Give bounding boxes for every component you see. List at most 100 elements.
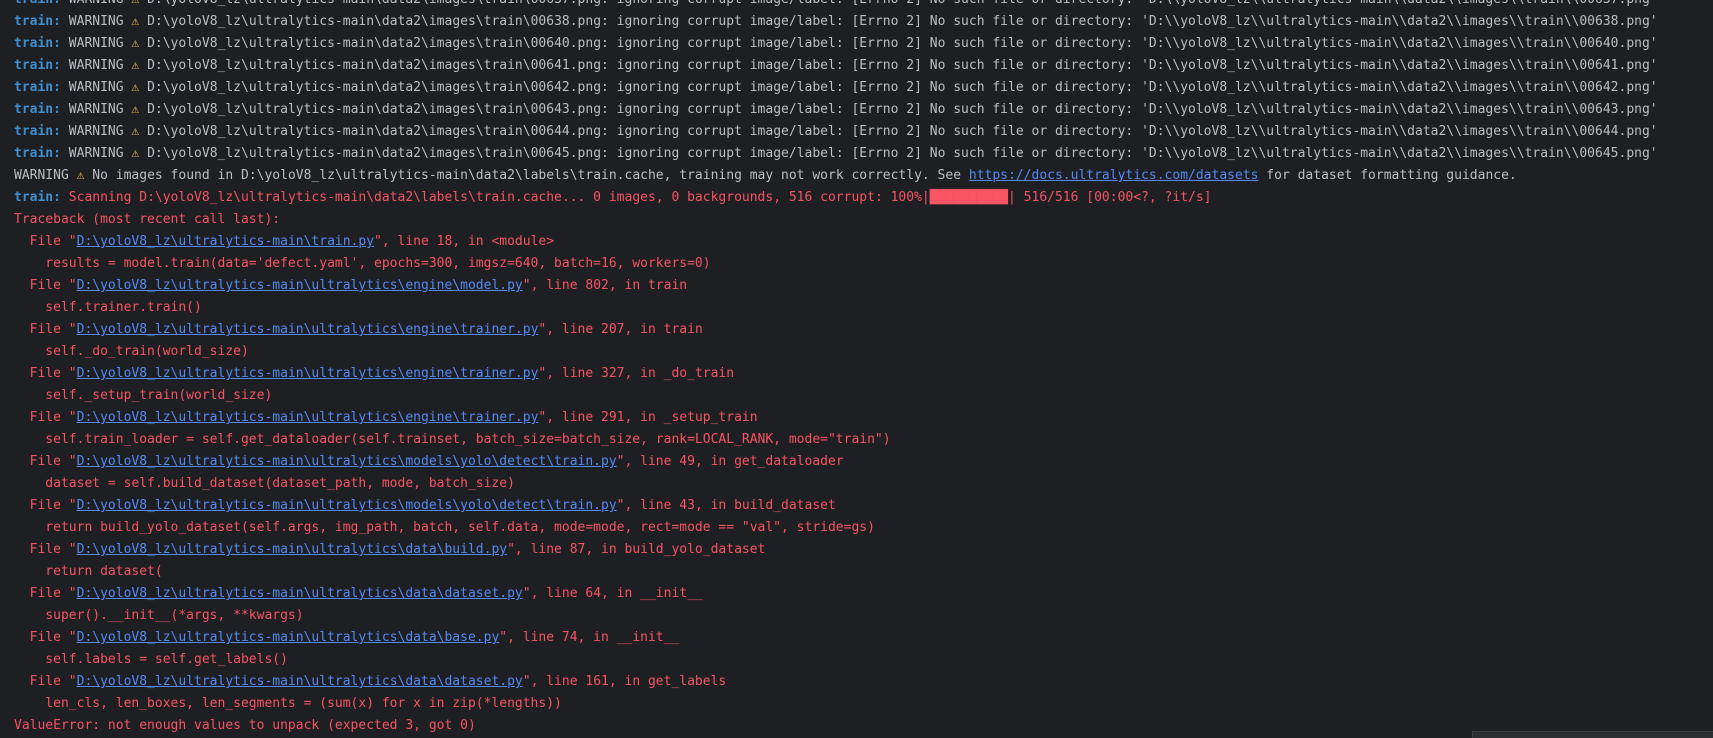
frame-code: dataset = self.build_dataset(dataset_pat… bbox=[14, 476, 515, 491]
warning-line: train: WARNING ⚠ D:\yoloV8_lz\ultralytic… bbox=[14, 55, 1713, 77]
frame-code: len_cls, len_boxes, len_segments = (sum(… bbox=[14, 696, 562, 711]
traceback-frame: File "D:\yoloV8_lz\ultralytics-main\ultr… bbox=[14, 495, 1713, 517]
frame-code: self.labels = self.get_labels() bbox=[14, 652, 288, 667]
traceback-frame: File "D:\yoloV8_lz\ultralytics-main\trai… bbox=[14, 231, 1713, 253]
frame-code: results = model.train(data='defect.yaml'… bbox=[14, 256, 711, 271]
progress-bar: ██████████ bbox=[929, 190, 1009, 205]
warning-label: WARNING bbox=[68, 58, 124, 73]
frame-code: self.train_loader = self.get_dataloader(… bbox=[14, 432, 891, 447]
train-prefix: train: bbox=[14, 58, 61, 73]
warning-message: D:\yoloV8_lz\ultralytics-main\data2\imag… bbox=[147, 146, 1658, 161]
docs-datasets-link[interactable]: https://docs.ultralytics.com/datasets bbox=[969, 168, 1259, 183]
frame-location: ", line 291, in _setup_train bbox=[538, 410, 758, 425]
frame-location: ", line 43, in build_dataset bbox=[616, 498, 836, 513]
status-popup-edge bbox=[1472, 731, 1713, 738]
frame-code: super().__init__(*args, **kwargs) bbox=[14, 608, 304, 623]
warning-label: WARNING bbox=[68, 124, 124, 139]
frame-location: ", line 161, in get_labels bbox=[522, 674, 727, 689]
run-console: train: WARNING ⚠ D:\yoloV8_lz\ultralytic… bbox=[0, 0, 1713, 738]
warning-line: train: WARNING ⚠ D:\yoloV8_lz\ultralytic… bbox=[14, 33, 1713, 55]
warning-label: WARNING bbox=[68, 80, 124, 95]
frame-location: ", line 74, in __init__ bbox=[499, 630, 680, 645]
frame-prefix: File " bbox=[14, 630, 77, 645]
console-output: train: WARNING ⚠ D:\yoloV8_lz\ultralytic… bbox=[14, 0, 1713, 737]
traceback-frame: File "D:\yoloV8_lz\ultralytics-main\ultr… bbox=[14, 627, 1713, 649]
frame-code: return dataset( bbox=[14, 564, 163, 579]
frame-code: return build_yolo_dataset(self.args, img… bbox=[14, 520, 875, 535]
warning-icon: ⚠ bbox=[131, 58, 140, 73]
no-images-warning-line: WARNING ⚠ No images found in D:\yoloV8_l… bbox=[14, 165, 1713, 187]
warning-message: D:\yoloV8_lz\ultralytics-main\data2\imag… bbox=[147, 58, 1658, 73]
frame-file-link[interactable]: D:\yoloV8_lz\ultralytics-main\ultralytic… bbox=[77, 322, 539, 337]
warning-message: D:\yoloV8_lz\ultralytics-main\data2\imag… bbox=[147, 0, 1658, 7]
warning-line: train: WARNING ⚠ D:\yoloV8_lz\ultralytic… bbox=[14, 77, 1713, 99]
frame-prefix: File " bbox=[14, 366, 77, 381]
frame-file-link[interactable]: D:\yoloV8_lz\ultralytics-main\ultralytic… bbox=[77, 542, 507, 557]
warning-label: WARNING bbox=[69, 0, 124, 7]
train-prefix: train: bbox=[14, 190, 61, 205]
frame-prefix: File " bbox=[14, 674, 77, 689]
frame-code: self.trainer.train() bbox=[14, 300, 202, 315]
traceback-code: dataset = self.build_dataset(dataset_pat… bbox=[14, 473, 1713, 495]
frame-file-link[interactable]: D:\yoloV8_lz\ultralytics-main\ultralytic… bbox=[77, 366, 539, 381]
warning-line: train: WARNING ⚠ D:\yoloV8_lz\ultralytic… bbox=[14, 99, 1713, 121]
frame-location: ", line 327, in _do_train bbox=[538, 366, 735, 381]
warning-icon: ⚠ bbox=[131, 124, 140, 139]
scan-progress-line: train: Scanning D:\yoloV8_lz\ultralytics… bbox=[14, 187, 1713, 209]
frame-file-link[interactable]: D:\yoloV8_lz\ultralytics-main\ultralytic… bbox=[77, 674, 523, 689]
frame-location: ", line 49, in get_dataloader bbox=[616, 454, 844, 469]
warning-line: train: WARNING ⚠ D:\yoloV8_lz\ultralytic… bbox=[14, 143, 1713, 165]
traceback-code: self.train_loader = self.get_dataloader(… bbox=[14, 429, 1713, 451]
frame-file-link[interactable]: D:\yoloV8_lz\ultralytics-main\ultralytic… bbox=[77, 586, 523, 601]
frame-file-link[interactable]: D:\yoloV8_lz\ultralytics-main\train.py bbox=[77, 234, 374, 249]
traceback-code: self._do_train(world_size) bbox=[14, 341, 1713, 363]
error-line: ValueError: not enough values to unpack … bbox=[14, 715, 1713, 737]
warning-line: train: WARNING ⚠ D:\yoloV8_lz\ultralytic… bbox=[14, 11, 1713, 33]
train-prefix: train: bbox=[14, 0, 61, 7]
traceback-code: super().__init__(*args, **kwargs) bbox=[14, 605, 1713, 627]
traceback-code: return build_yolo_dataset(self.args, img… bbox=[14, 517, 1713, 539]
train-prefix: train: bbox=[14, 14, 61, 29]
warning-message: D:\yoloV8_lz\ultralytics-main\data2\imag… bbox=[147, 80, 1658, 95]
traceback-code: self.labels = self.get_labels() bbox=[14, 649, 1713, 671]
traceback-frame: File "D:\yoloV8_lz\ultralytics-main\ultr… bbox=[14, 319, 1713, 341]
frame-location: ", line 87, in build_yolo_dataset bbox=[507, 542, 766, 557]
frame-prefix: File " bbox=[14, 498, 77, 513]
frame-location: ", line 18, in <module> bbox=[374, 234, 555, 249]
warning-icon: ⚠ bbox=[131, 0, 139, 7]
train-prefix: train: bbox=[14, 124, 61, 139]
frame-prefix: File " bbox=[14, 586, 77, 601]
warning-message: D:\yoloV8_lz\ultralytics-main\data2\imag… bbox=[147, 14, 1658, 29]
frame-prefix: File " bbox=[14, 278, 77, 293]
traceback-frame: File "D:\yoloV8_lz\ultralytics-main\ultr… bbox=[14, 451, 1713, 473]
train-prefix: train: bbox=[14, 102, 61, 117]
traceback-code: return dataset( bbox=[14, 561, 1713, 583]
warning-message: No images found in D:\yoloV8_lz\ultralyt… bbox=[92, 168, 969, 183]
frame-prefix: File " bbox=[14, 410, 77, 425]
frame-file-link[interactable]: D:\yoloV8_lz\ultralytics-main\ultralytic… bbox=[77, 278, 523, 293]
frame-file-link[interactable]: D:\yoloV8_lz\ultralytics-main\ultralytic… bbox=[77, 498, 617, 513]
frame-prefix: File " bbox=[14, 234, 77, 249]
traceback-code: len_cls, len_boxes, len_segments = (sum(… bbox=[14, 693, 1713, 715]
traceback-frame: File "D:\yoloV8_lz\ultralytics-main\ultr… bbox=[14, 539, 1713, 561]
frame-file-link[interactable]: D:\yoloV8_lz\ultralytics-main\ultralytic… bbox=[77, 630, 500, 645]
traceback-code: self._setup_train(world_size) bbox=[14, 385, 1713, 407]
frame-prefix: File " bbox=[14, 454, 77, 469]
warning-message: D:\yoloV8_lz\ultralytics-main\data2\imag… bbox=[147, 36, 1658, 51]
frame-file-link[interactable]: D:\yoloV8_lz\ultralytics-main\ultralytic… bbox=[77, 410, 539, 425]
frame-prefix: File " bbox=[14, 322, 77, 337]
warning-label: WARNING bbox=[68, 14, 124, 29]
train-prefix: train: bbox=[14, 80, 61, 95]
warning-message: D:\yoloV8_lz\ultralytics-main\data2\imag… bbox=[147, 102, 1658, 117]
warning-line: train: WARNING ⚠ D:\yoloV8_lz\ultralytic… bbox=[14, 0, 1713, 11]
traceback-code: results = model.train(data='defect.yaml'… bbox=[14, 253, 1713, 275]
frame-file-link[interactable]: D:\yoloV8_lz\ultralytics-main\ultralytic… bbox=[77, 454, 617, 469]
frame-location: ", line 64, in __init__ bbox=[522, 586, 703, 601]
scan-text: Scanning D:\yoloV8_lz\ultralytics-main\d… bbox=[68, 190, 930, 205]
warning-message: D:\yoloV8_lz\ultralytics-main\data2\imag… bbox=[147, 124, 1658, 139]
traceback-frame: File "D:\yoloV8_lz\ultralytics-main\ultr… bbox=[14, 671, 1713, 693]
train-prefix: train: bbox=[14, 146, 61, 161]
warning-icon: ⚠ bbox=[131, 146, 140, 161]
frame-location: ", line 207, in train bbox=[538, 322, 703, 337]
traceback-frame: File "D:\yoloV8_lz\ultralytics-main\ultr… bbox=[14, 363, 1713, 385]
